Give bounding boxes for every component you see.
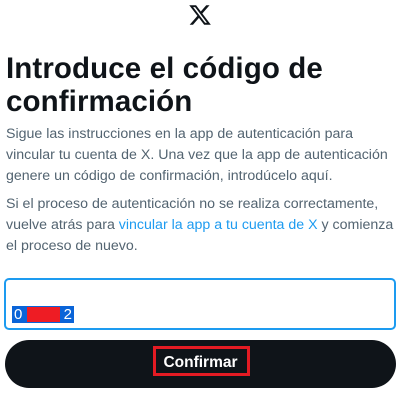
x-logo-icon [187, 3, 213, 27]
confirmation-code-page: Introduce el código de confirmación Sigu… [0, 0, 400, 393]
page-title: Introduce el código de confirmación [6, 52, 323, 118]
help-text: Si el proceso de autenticación no se rea… [6, 194, 398, 257]
confirmation-code-input[interactable]: 0 2 [5, 279, 395, 329]
confirm-button-label: Confirmar [163, 354, 238, 371]
instructions-text: Sigue las instrucciones en la app de aut… [6, 126, 388, 184]
confirm-button[interactable]: Confirmar [5, 340, 396, 388]
code-redaction-mark [27, 307, 60, 322]
code-last-digit: 2 [63, 306, 72, 323]
code-first-digit: 0 [14, 306, 23, 323]
link-app-to-account[interactable]: vincular la app a tu cuenta de X [119, 217, 318, 233]
